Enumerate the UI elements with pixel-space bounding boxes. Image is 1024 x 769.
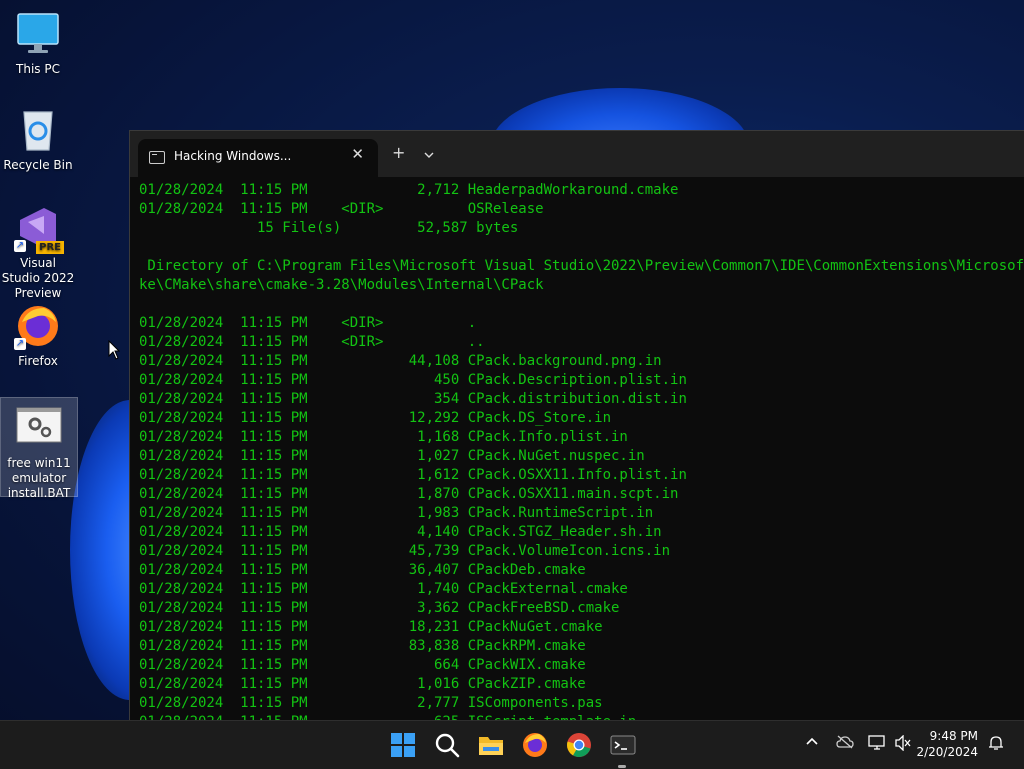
notification-bell-icon[interactable] <box>988 735 1004 755</box>
desktop-icon-label: free win11 emulator install.BAT <box>7 456 71 500</box>
terminal-line: 01/28/2024 11:15 PM 664 CPackWIX.cmake <box>139 657 586 673</box>
tab-title: Hacking Windows... <box>174 149 292 163</box>
chevron-down-icon[interactable] <box>424 145 434 158</box>
start-icon[interactable] <box>389 731 417 759</box>
terminal-line: 01/28/2024 11:15 PM 12,292 CPack.DS_Stor… <box>139 410 612 426</box>
desktop-icon-visual-studio[interactable]: PRE ↗ Visual Studio 2022 Preview <box>0 204 76 301</box>
new-tab-button[interactable]: + <box>392 143 405 162</box>
network-icon[interactable] <box>868 735 886 755</box>
batch-file-icon <box>15 404 63 452</box>
terminal-line: 01/28/2024 11:15 PM 1,983 CPack.RuntimeS… <box>139 505 654 521</box>
terminal-tab[interactable]: Hacking Windows... ✕ <box>138 139 378 177</box>
terminal-line: Directory of C:\Program Files\Microsoft … <box>139 258 1024 274</box>
firefox-icon: ↗ <box>14 302 62 350</box>
terminal-window[interactable]: Hacking Windows... ✕ + 01/28/2024 11:15 … <box>129 130 1024 721</box>
terminal-line: 01/28/2024 11:15 PM 1,027 CPack.NuGet.nu… <box>139 448 645 464</box>
terminal-line: 01/28/2024 11:15 PM 36,407 CPackDeb.cmak… <box>139 562 586 578</box>
firefox-icon[interactable] <box>521 731 549 759</box>
terminal-line: 01/28/2024 11:15 PM 44,108 CPack.backgro… <box>139 353 662 369</box>
terminal-line: 15 File(s) 52,587 bytes <box>139 220 519 236</box>
chrome-icon[interactable] <box>565 731 593 759</box>
monitor-icon <box>14 10 62 58</box>
desktop-icon-firefox[interactable]: ↗ Firefox <box>0 302 76 369</box>
desktop-icon-label: Firefox <box>18 354 58 368</box>
terminal-line: 01/28/2024 11:15 PM 18,231 CPackNuGet.cm… <box>139 619 603 635</box>
desktop-icon-label: Recycle Bin <box>3 158 73 172</box>
mouse-cursor-icon <box>108 339 121 364</box>
desktop-icon-label: This PC <box>16 62 60 76</box>
terminal-line: 01/28/2024 11:15 PM 450 CPack.Descriptio… <box>139 372 687 388</box>
desktop-icon-batch-file[interactable]: free win11 emulator install.BAT <box>0 397 78 500</box>
terminal-line: 01/28/2024 11:15 PM 1,870 CPack.OSXX11.m… <box>139 486 679 502</box>
terminal-titlebar[interactable]: Hacking Windows... ✕ + <box>130 131 1024 177</box>
volume-muted-icon[interactable] <box>894 734 912 755</box>
shortcut-arrow-icon: ↗ <box>14 338 26 350</box>
close-tab-button[interactable]: ✕ <box>351 145 364 163</box>
taskbar-clock[interactable]: 9:48 PM 2/20/2024 <box>916 728 978 760</box>
desktop-icon-recycle-bin[interactable]: Recycle Bin <box>0 106 76 173</box>
terminal-line: 01/28/2024 11:15 PM 1,168 CPack.Info.pli… <box>139 429 628 445</box>
terminal-line: 01/28/2024 11:15 PM 1,612 CPack.OSXX11.I… <box>139 467 687 483</box>
command-prompt-icon <box>149 151 165 164</box>
visual-studio-icon: PRE ↗ <box>14 204 64 254</box>
terminal-line: 01/28/2024 11:15 PM <DIR> .. <box>139 334 485 350</box>
terminal-line: 01/28/2024 11:15 PM 45,739 CPack.VolumeI… <box>139 543 671 559</box>
taskbar: 9:48 PM 2/20/2024 <box>0 720 1024 769</box>
terminal-line: 01/28/2024 11:15 PM 1,016 CPackZIP.cmake <box>139 676 586 692</box>
terminal-line: 01/28/2024 11:15 PM 354 CPack.distributi… <box>139 391 687 407</box>
terminal-line: 01/28/2024 11:15 PM 2,777 ISComponents.p… <box>139 695 603 711</box>
cloud-off-icon[interactable] <box>836 735 854 753</box>
terminal-line: 01/28/2024 11:15 PM <DIR> . <box>139 315 477 331</box>
preview-badge: PRE <box>36 241 64 254</box>
clock-time: 9:48 PM <box>929 729 978 743</box>
terminal-line: 01/28/2024 11:15 PM 1,740 CPackExternal.… <box>139 581 628 597</box>
desktop-icon-this-pc[interactable]: This PC <box>0 10 76 77</box>
clock-date: 2/20/2024 <box>916 745 978 759</box>
search-icon[interactable] <box>433 731 461 759</box>
terminal-icon[interactable] <box>609 731 637 759</box>
desktop-icon-label: Visual Studio 2022 Preview <box>1 256 75 300</box>
terminal-line: 01/28/2024 11:15 PM 4,140 CPack.STGZ_Hea… <box>139 524 662 540</box>
terminal-line: 01/28/2024 11:15 PM <DIR> OSRelease <box>139 201 544 217</box>
terminal-line: ke\CMake\share\cmake-3.28\Modules\Intern… <box>139 277 544 293</box>
terminal-line: 01/28/2024 11:15 PM 3,362 CPackFreeBSD.c… <box>139 600 620 616</box>
terminal-line: 01/28/2024 11:15 PM 2,712 HeaderpadWorka… <box>139 182 679 198</box>
terminal-line: 01/28/2024 11:15 PM 83,838 CPackRPM.cmak… <box>139 638 586 654</box>
recycle-bin-icon <box>14 106 62 154</box>
shortcut-arrow-icon: ↗ <box>14 240 26 252</box>
terminal-output[interactable]: 01/28/2024 11:15 PM 2,712 HeaderpadWorka… <box>139 181 1024 721</box>
file-explorer-icon[interactable] <box>477 731 505 759</box>
chevron-up-icon[interactable] <box>805 735 819 753</box>
